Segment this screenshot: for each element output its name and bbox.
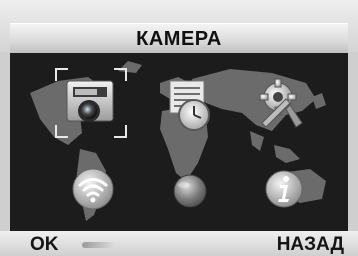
menu-item-wifi[interactable] [63,161,123,217]
info-icon [265,170,303,208]
title-bar: КАМЕРА [10,23,348,55]
menu-item-camera[interactable] [61,75,121,131]
calendar-clock-icon [169,80,210,131]
camera-icon [66,80,114,122]
wifi-icon [72,168,114,210]
ok-softkey[interactable]: OK [30,234,59,256]
header: КАМЕРА [0,0,358,55]
back-softkey[interactable]: НАЗАД [277,234,344,256]
menu-item-info[interactable] [256,161,316,217]
menu-panel [10,53,348,231]
ok-swoosh-decoration [82,242,116,248]
menu-item-settings[interactable] [250,75,310,131]
settings-tools-icon [259,78,303,128]
device-screen: КАМЕРА OK НАЗАД [0,0,358,256]
screen-title: КАМЕРА [136,28,222,50]
softkey-bar: OK НАЗАД [0,231,358,256]
globe-icon [173,174,207,208]
menu-item-date-time[interactable] [160,77,220,133]
menu-item-globe[interactable] [160,163,220,219]
